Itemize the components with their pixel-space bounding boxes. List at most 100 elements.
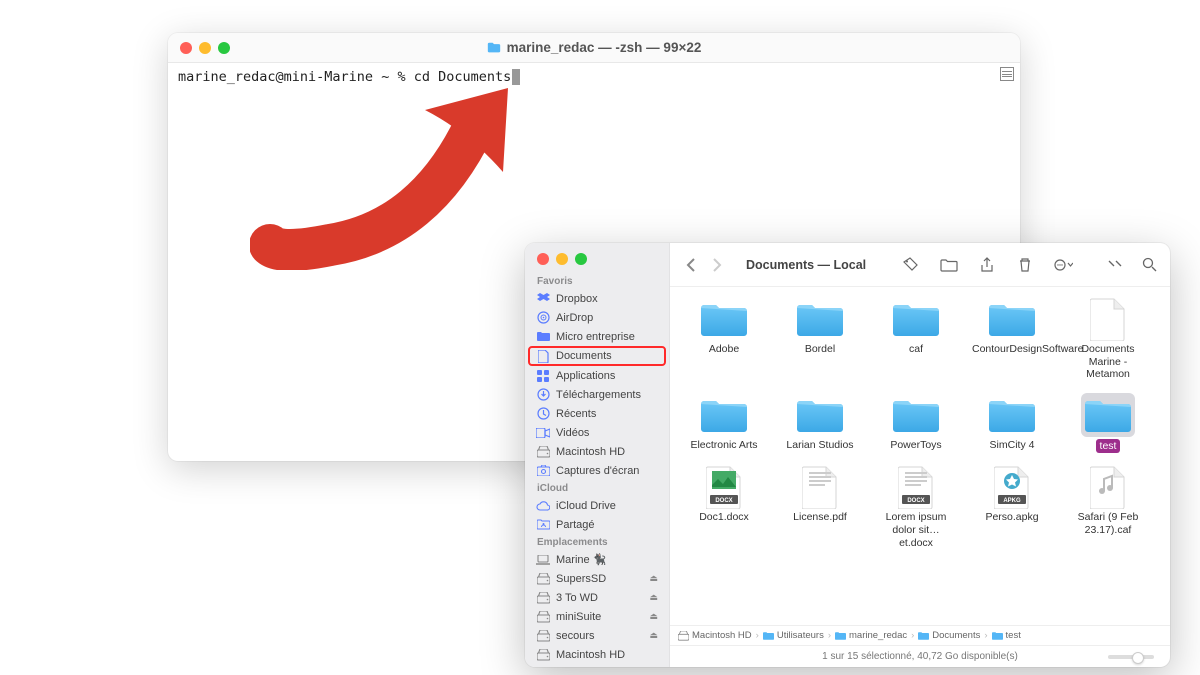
file-item[interactable]: test <box>1068 393 1148 454</box>
status-bar: 1 sur 15 sélectionné, 40,72 Go disponibl… <box>670 645 1170 667</box>
eject-icon[interactable]: ⏏ <box>649 611 658 622</box>
minimize-button[interactable] <box>199 42 211 54</box>
path-separator: › <box>756 630 759 641</box>
delete-button[interactable] <box>1014 254 1036 276</box>
path-bar: Macintosh HD › Utilisateurs › marine_redac › D… <box>670 625 1170 645</box>
clock-icon <box>536 407 550 421</box>
file-item[interactable]: PowerToys <box>876 393 956 454</box>
file-item[interactable]: Adobe <box>684 297 764 381</box>
file-icon: APKG <box>985 465 1039 509</box>
finder-window: FavorisDropboxAirDropMicro entrepriseDoc… <box>525 243 1170 667</box>
sidebar-section-label: Emplacements <box>525 534 669 550</box>
back-button[interactable] <box>680 254 702 276</box>
file-icon: DOCX <box>889 465 943 509</box>
sidebar-item-r-cents[interactable]: Récents <box>528 404 666 423</box>
path-segment[interactable]: Documents <box>918 630 980 641</box>
sidebar-item-label: secours <box>556 630 595 642</box>
maximize-button[interactable] <box>218 42 230 54</box>
sidebar-item-label: Dropbox <box>556 293 598 305</box>
file-item[interactable]: APKGPerso.apkg <box>972 465 1052 549</box>
sidebar-item-vid-os[interactable]: Vidéos <box>528 423 666 442</box>
file-item[interactable]: DOCXDoc1.docx <box>684 465 764 549</box>
folder-icon <box>697 297 751 341</box>
shared-icon <box>536 518 550 532</box>
file-item[interactable]: SimCity 4 <box>972 393 1052 454</box>
search-button[interactable] <box>1138 254 1160 276</box>
folder-icon <box>985 393 1039 437</box>
sidebar-item-airdrop[interactable]: AirDrop <box>528 308 666 327</box>
file-item[interactable]: License.pdf <box>780 465 860 549</box>
eject-icon[interactable]: ⏏ <box>649 592 658 603</box>
sidebar-item-micro-entreprise[interactable]: Micro entreprise <box>528 327 666 346</box>
sidebar-item-icloud-drive[interactable]: iCloud Drive <box>528 496 666 515</box>
action-menu-button[interactable] <box>1052 254 1074 276</box>
sidebar-item-label: Marine 🐈‍⬛ <box>556 553 606 566</box>
sidebar-item-superssd[interactable]: SupersSD⏏ <box>528 569 666 588</box>
sidebar-item-label: AirDrop <box>556 312 593 324</box>
terminal-title: marine_redac — -zsh — 99×22 <box>168 40 1020 55</box>
path-separator: › <box>911 630 914 641</box>
close-button[interactable] <box>180 42 192 54</box>
path-segment[interactable]: Macintosh HD <box>678 630 752 641</box>
sidebar-section-label: iCloud <box>525 480 669 496</box>
traffic-lights <box>537 253 669 265</box>
finder-toolbar: Documents — Local <box>670 243 1170 287</box>
file-item[interactable]: DOCXLorem ipsum dolor sit…et.docx <box>876 465 956 549</box>
close-button[interactable] <box>537 253 549 265</box>
eject-icon[interactable]: ⏏ <box>649 573 658 584</box>
file-item[interactable]: caf <box>876 297 956 381</box>
eject-icon[interactable]: ⏏ <box>649 630 658 641</box>
sidebar-item-dropbox[interactable]: Dropbox <box>528 289 666 308</box>
overflow-button[interactable] <box>1104 254 1126 276</box>
sidebar-item-label: Captures d'écran <box>556 465 639 477</box>
sidebar-item-macintosh-hd[interactable]: Macintosh HD <box>528 442 666 461</box>
sidebar-item-documents[interactable]: Documents <box>528 346 666 366</box>
file-label: Safari (9 Feb 23.17).caf <box>1068 511 1148 536</box>
sidebar-item-marine-[interactable]: Marine 🐈‍⬛ <box>528 550 666 569</box>
finder-content[interactable]: Adobe Bordel caf ContourDesignSoftwareDocum… <box>670 287 1170 625</box>
cursor <box>512 69 520 85</box>
file-label: SimCity 4 <box>990 439 1035 452</box>
svg-text:DOCX: DOCX <box>907 498 924 504</box>
tags-button[interactable] <box>900 254 922 276</box>
sidebar-item-label: Vidéos <box>556 427 589 439</box>
file-item[interactable]: Larian Studios <box>780 393 860 454</box>
file-label: Bordel <box>805 343 835 356</box>
forward-button[interactable] <box>706 254 728 276</box>
file-item[interactable]: Safari (9 Feb 23.17).caf <box>1068 465 1148 549</box>
share-button[interactable] <box>976 254 998 276</box>
icon-size-slider[interactable] <box>1108 655 1154 659</box>
file-icon <box>1081 297 1135 341</box>
file-item[interactable]: Bordel <box>780 297 860 381</box>
folder-icon <box>889 297 943 341</box>
folder-icon <box>985 297 1039 341</box>
grid-icon <box>536 369 550 383</box>
dropbox-icon <box>536 292 550 306</box>
sidebar-item-macintosh-hd[interactable]: Macintosh HD <box>528 645 666 664</box>
sidebar-item-secours[interactable]: secours ⏏ <box>528 626 666 645</box>
sidebar-item-captures-d-cran[interactable]: Captures d'écran <box>528 461 666 480</box>
sidebar-item-t-l-chargements[interactable]: Téléchargements <box>528 385 666 404</box>
file-item[interactable]: ContourDesignSoftware <box>972 297 1052 381</box>
file-label: caf <box>909 343 923 356</box>
sidebar-item-3-to-wd[interactable]: 3 To WD⏏ <box>528 588 666 607</box>
minimize-button[interactable] <box>556 253 568 265</box>
file-item[interactable]: Electronic Arts <box>684 393 764 454</box>
path-segment[interactable]: test <box>992 630 1021 641</box>
sidebar-item-partag-[interactable]: Partagé <box>528 515 666 534</box>
file-label: Larian Studios <box>786 439 853 452</box>
file-item[interactable]: Documents Marine - Metamon <box>1068 297 1148 381</box>
path-separator: › <box>828 630 831 641</box>
maximize-button[interactable] <box>575 253 587 265</box>
file-label: Electronic Arts <box>690 439 757 452</box>
sidebar-item-minisuite[interactable]: miniSuite⏏ <box>528 607 666 626</box>
new-folder-button[interactable] <box>938 254 960 276</box>
finder-main: Documents — Local Adobe Bordel caf ContourD… <box>670 243 1170 667</box>
traffic-lights <box>180 42 230 54</box>
svg-text:APKG: APKG <box>1003 498 1021 504</box>
laptop-icon <box>536 553 550 567</box>
path-segment[interactable]: Utilisateurs <box>763 630 824 641</box>
folder-icon <box>793 297 847 341</box>
sidebar-item-applications[interactable]: Applications <box>528 366 666 385</box>
path-segment[interactable]: marine_redac <box>835 630 907 641</box>
